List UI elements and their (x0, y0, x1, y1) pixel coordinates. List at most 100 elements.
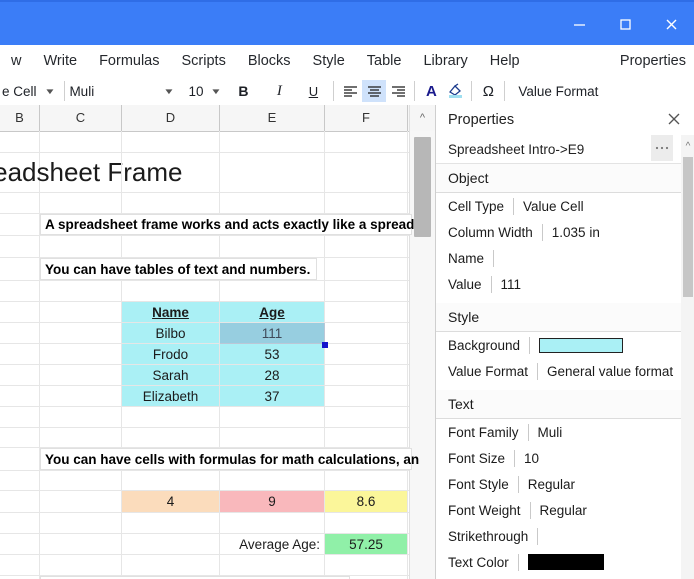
background-color-swatch[interactable] (539, 337, 624, 353)
column-header-c[interactable]: C (40, 105, 122, 131)
section-header-text[interactable]: Text (436, 390, 694, 419)
table-row[interactable] (0, 193, 410, 214)
property-value[interactable]: Value Cell (523, 199, 584, 214)
table-row[interactable]: 4 9 8.6 (0, 491, 410, 513)
menu-item-library[interactable]: Library (412, 45, 478, 77)
cell-formula-f[interactable]: 8.6 (325, 491, 408, 512)
property-value[interactable]: 1.035 in (552, 225, 600, 240)
property-row-font-size[interactable]: Font Size 10 (436, 445, 694, 471)
menu-item-style[interactable]: Style (302, 45, 356, 77)
font-size-dropdown[interactable]: 10 ▼ (188, 79, 227, 103)
cell[interactable] (325, 513, 408, 533)
cell[interactable] (122, 131, 220, 152)
maximize-icon[interactable] (602, 2, 648, 47)
scroll-up-icon[interactable]: ^ (410, 105, 435, 131)
property-row-value[interactable]: Value 111 (436, 271, 694, 297)
text-color-icon[interactable]: A (419, 80, 443, 102)
table-row[interactable] (0, 236, 410, 258)
scroll-up-icon[interactable]: ^ (681, 135, 694, 157)
cell[interactable] (325, 428, 408, 447)
cell[interactable] (0, 534, 40, 554)
bold-button[interactable]: B (231, 80, 255, 102)
table-row[interactable]: Average Age: 57.25 (0, 534, 410, 555)
cell[interactable] (40, 534, 122, 554)
cell-name-bilbo[interactable]: Bilbo (122, 323, 220, 343)
cell-formula-e[interactable]: 9 (220, 491, 325, 512)
cell[interactable] (220, 153, 325, 192)
table-row[interactable]: You can have tables of text and numbers. (0, 258, 410, 281)
property-row-font-family[interactable]: Font Family Muli (436, 419, 694, 445)
table-row[interactable] (0, 428, 410, 448)
cell-name-sarah[interactable]: Sarah (122, 365, 220, 385)
cell[interactable] (220, 281, 325, 301)
scrollbar-thumb[interactable] (683, 157, 693, 297)
menu-item-0[interactable]: w (0, 45, 32, 77)
cell[interactable] (40, 281, 122, 301)
cell[interactable] (122, 153, 220, 192)
cell[interactable] (325, 193, 408, 213)
table-row[interactable] (0, 555, 410, 576)
cell[interactable] (0, 258, 40, 280)
table-row[interactable]: Bilbo 111 (0, 323, 410, 348)
menu-item-table[interactable]: Table (356, 45, 413, 77)
table-row[interactable]: Elizabeth 37 (0, 386, 410, 407)
property-value[interactable]: Regular (528, 477, 575, 492)
table-row[interactable]: You can have cells with formulas for mat… (0, 448, 419, 471)
overflow-menu-icon[interactable] (651, 135, 673, 161)
cell[interactable] (220, 513, 325, 533)
cell[interactable] (122, 407, 220, 427)
property-row-name[interactable]: Name (436, 245, 694, 271)
cell[interactable] (122, 471, 220, 490)
cell[interactable] (122, 193, 220, 213)
property-row-font-weight[interactable]: Font Weight Regular (436, 497, 694, 523)
cell[interactable] (40, 131, 122, 152)
cell[interactable] (40, 236, 122, 257)
cell[interactable] (325, 386, 408, 406)
cell[interactable] (325, 365, 408, 385)
cell[interactable] (122, 281, 220, 301)
align-left-icon[interactable] (338, 80, 362, 102)
cell[interactable] (40, 193, 122, 213)
cell-title[interactable]: preadsheet Frame (0, 153, 182, 192)
property-value[interactable]: General value format (547, 364, 673, 379)
cell[interactable] (220, 193, 325, 213)
properties-scrollbar[interactable]: ^ (681, 135, 694, 579)
cell[interactable] (325, 153, 408, 192)
cell-age-header[interactable]: Age (220, 302, 325, 322)
cell-age-frodo[interactable]: 53 (220, 344, 325, 364)
menu-item-write[interactable]: Write (32, 45, 88, 77)
menu-item-blocks[interactable]: Blocks (237, 45, 302, 77)
cell[interactable] (220, 428, 325, 447)
cell[interactable] (0, 386, 40, 406)
cell[interactable] (40, 323, 122, 343)
section-header-style[interactable]: Style (436, 303, 694, 332)
cell[interactable] (325, 302, 408, 322)
cell[interactable] (325, 407, 408, 427)
cell[interactable] (40, 428, 122, 447)
cell[interactable] (0, 365, 40, 385)
cell[interactable] (325, 258, 408, 280)
cell[interactable] (0, 513, 40, 533)
cell-average-label[interactable]: Average Age: (220, 534, 325, 554)
cell-name-frodo[interactable]: Frodo (122, 344, 220, 364)
cell[interactable] (0, 448, 40, 470)
section-header-object[interactable]: Object (436, 164, 694, 193)
cell[interactable] (220, 471, 325, 490)
table-row[interactable] (0, 131, 410, 153)
scrollbar-thumb[interactable] (414, 137, 431, 237)
property-value[interactable]: Regular (540, 503, 587, 518)
property-row-background[interactable]: Background (436, 332, 694, 358)
cell[interactable] (40, 344, 122, 364)
cell-age-sarah[interactable]: 28 (220, 365, 325, 385)
cell-formula-d[interactable]: 4 (122, 491, 220, 512)
cell[interactable] (220, 236, 325, 257)
cell[interactable] (0, 407, 40, 427)
cell[interactable] (0, 555, 40, 575)
cell[interactable] (325, 344, 408, 364)
property-row-cell-type[interactable]: Cell Type Value Cell (436, 193, 694, 219)
close-icon[interactable] (648, 2, 694, 47)
property-row-value-format[interactable]: Value Format General value format (436, 358, 694, 384)
cell-type-dropdown[interactable]: e Cell ▼ (0, 79, 60, 103)
close-icon[interactable] (663, 108, 685, 130)
menu-item-scripts[interactable]: Scripts (171, 45, 237, 77)
